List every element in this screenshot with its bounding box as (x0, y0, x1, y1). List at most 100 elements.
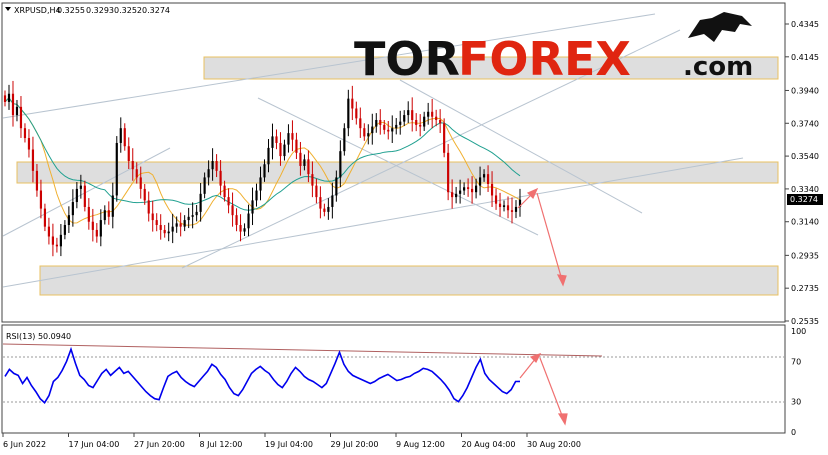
logo-tor: TOR (354, 32, 460, 86)
candle-body (67, 215, 70, 226)
price-tick-label: 0.2535 (791, 317, 819, 326)
candle-body (351, 98, 354, 109)
rsi-axis: 100 70 30 0 (791, 327, 806, 437)
candle-body (87, 206, 90, 222)
price-tick-label: 0.3340 (791, 185, 819, 194)
candle-body (151, 213, 154, 221)
price-tick-label: 0.3540 (791, 152, 819, 161)
candle-body (139, 177, 142, 189)
candle-body (235, 215, 238, 226)
candle-body (51, 236, 54, 245)
price-axis: 0.4345 0.4145 0.3940 0.3740 0.3540 0.3340 0.31… (785, 20, 819, 326)
candle-body (391, 128, 394, 132)
ohlc-close: 0.3274 (142, 6, 170, 15)
candle-body (163, 229, 166, 234)
candle-body (395, 124, 398, 129)
candle-body (175, 223, 178, 227)
candle-body (43, 208, 47, 227)
candle-body (387, 129, 390, 132)
candle-body (71, 202, 74, 216)
candle-body (15, 106, 19, 116)
candle-body (455, 193, 458, 198)
candle-body (439, 119, 442, 124)
candle-body (83, 185, 86, 207)
candle-body (243, 228, 246, 232)
candle-body (471, 188, 474, 193)
time-tick-label: 30 Aug 20:00 (527, 440, 581, 449)
candle-body (259, 177, 262, 191)
candle-body (19, 106, 23, 129)
ohlc-low: 0.3252 (114, 6, 142, 15)
time-tick-label: 6 Jun 2022 (3, 440, 46, 449)
candle-body (447, 152, 450, 193)
candle-body (490, 183, 494, 196)
candle-body (135, 169, 138, 178)
candle-body (279, 142, 282, 157)
candle-body (371, 126, 374, 134)
candle-body (39, 190, 43, 209)
price-tick-label: 0.3740 (791, 119, 819, 128)
candle-body (55, 244, 58, 247)
candle-body (303, 159, 306, 166)
ohlc-high: 0.3293 (86, 6, 114, 15)
candle-body (379, 119, 382, 125)
price-tick-label: 0.2935 (791, 251, 819, 260)
candle-body (419, 124, 422, 127)
candle-body (23, 128, 27, 139)
candle-body (95, 229, 98, 237)
candle-body (255, 190, 258, 201)
candle-body (215, 161, 218, 171)
candle-body (119, 128, 122, 143)
candle-body (35, 170, 39, 191)
candle-body (203, 177, 206, 194)
candle-body (115, 142, 118, 196)
candle-body (3, 95, 7, 102)
candle-body (375, 119, 378, 127)
symbol-label: XRPUSD,H4 (14, 6, 61, 15)
candle-body (179, 223, 182, 227)
candle-body (299, 152, 302, 166)
candle-body (275, 136, 278, 143)
candle-body (502, 205, 506, 207)
candle-body (171, 226, 174, 232)
candle-body (415, 119, 418, 125)
candle-body (263, 164, 266, 178)
candle-body (247, 213, 250, 229)
candle-body (339, 151, 342, 178)
candle-body (411, 110, 414, 120)
candle-body (127, 146, 130, 162)
candle-body (191, 215, 194, 217)
candle-body (131, 161, 134, 170)
time-axis: 6 Jun 2022 17 Jun 04:00 27 Jun 20:00 8 Jul … (2, 433, 581, 449)
ohlc-open: 0.3255 (57, 6, 85, 15)
candle-body (451, 192, 454, 198)
candle-body (347, 98, 350, 129)
candle-body (335, 177, 338, 196)
current-price-label: 0.3274 (790, 195, 818, 204)
candle-body (159, 225, 162, 230)
candle-body (223, 185, 226, 198)
candle-body (506, 205, 510, 211)
logo-com: .com (683, 52, 753, 82)
candle-body (363, 128, 366, 137)
time-tick-label: 19 Jul 04:00 (265, 440, 313, 449)
candle-body (331, 195, 334, 207)
candle-body (474, 185, 478, 193)
candle-body (183, 220, 186, 227)
candle-body (355, 108, 358, 119)
candle-body (327, 206, 330, 212)
candle-body (498, 203, 502, 207)
candle-body (143, 188, 146, 201)
candle-body (407, 110, 410, 116)
candle-body (367, 133, 370, 137)
candle-body (75, 188, 78, 203)
rsi-label: RSI(13) 50.0940 (6, 332, 71, 341)
candle-body (359, 118, 362, 129)
candle-body (207, 169, 210, 178)
candle-body (287, 133, 290, 145)
candle-body (510, 210, 514, 212)
price-tick-label: 0.2735 (791, 284, 819, 293)
candle-body (103, 210, 106, 221)
candle-body (435, 116, 438, 120)
time-tick-label: 17 Jun 04:00 (69, 440, 120, 449)
